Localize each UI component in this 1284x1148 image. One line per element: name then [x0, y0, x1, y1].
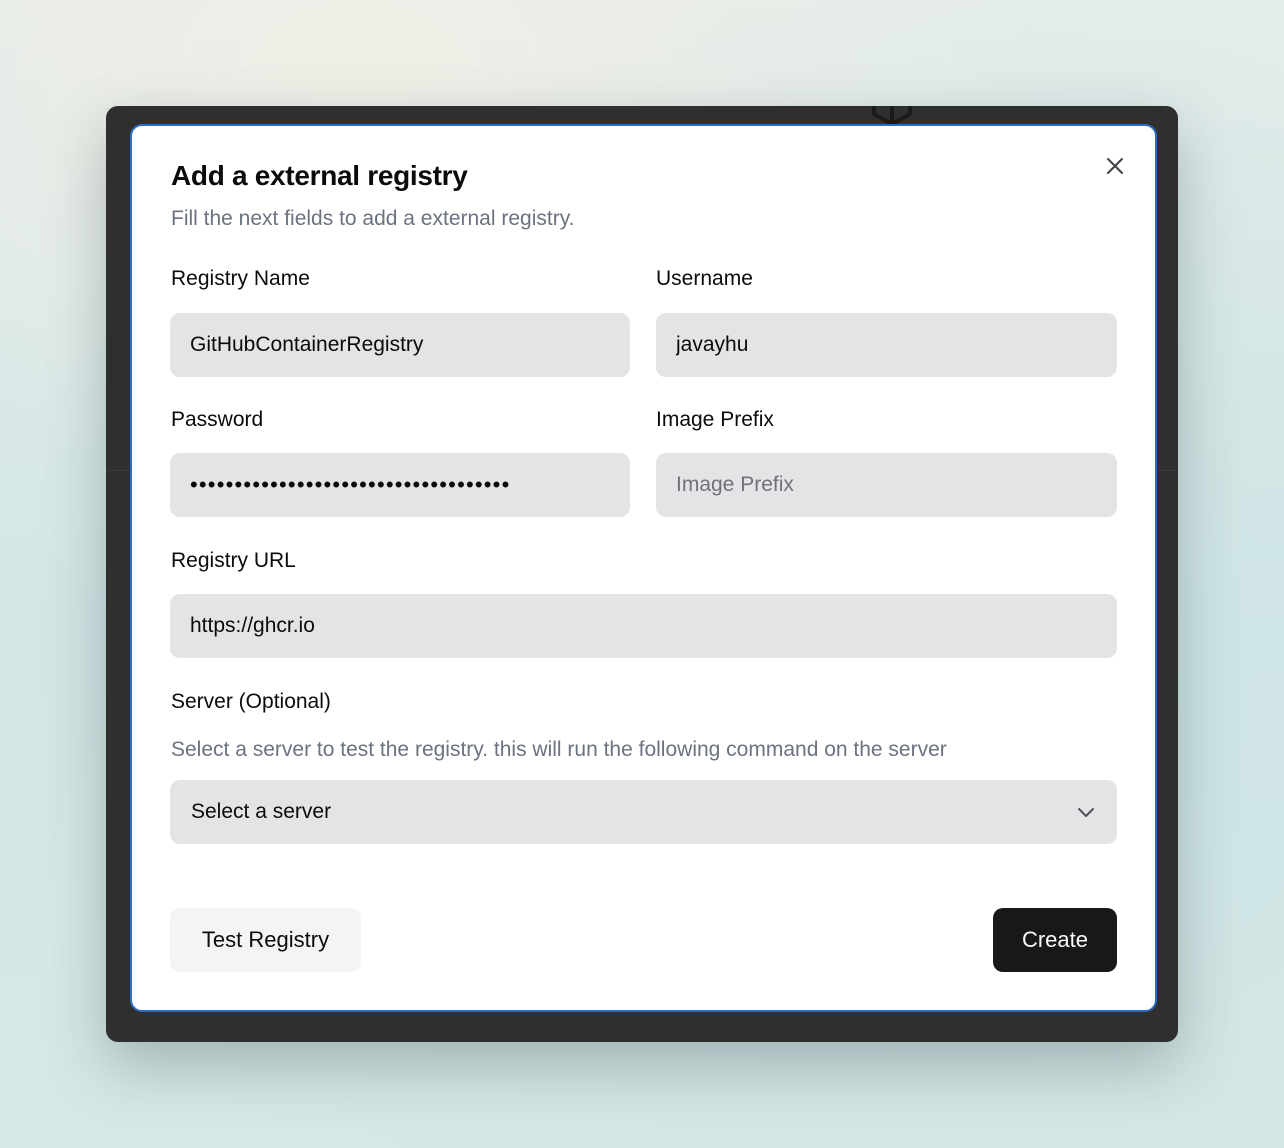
- chevron-down-icon: [1078, 808, 1094, 817]
- test-registry-button[interactable]: Test Registry: [170, 908, 361, 972]
- username-label: Username: [656, 267, 753, 290]
- server-select-value: Select a server: [191, 800, 332, 823]
- close-icon: [1107, 158, 1123, 174]
- registry-name-input[interactable]: [170, 313, 630, 377]
- add-registry-dialog: Add a external registry Fill the next fi…: [130, 124, 1157, 1012]
- create-button[interactable]: Create: [993, 908, 1117, 972]
- server-label: Server (Optional): [171, 690, 331, 713]
- dialog-subtitle: Fill the next fields to add a external r…: [171, 207, 575, 230]
- close-button[interactable]: [1103, 154, 1127, 178]
- server-select[interactable]: Select a server: [170, 780, 1117, 844]
- dialog-title: Add a external registry: [171, 160, 468, 191]
- registry-name-label: Registry Name: [171, 267, 310, 290]
- server-hint: Select a server to test the registry. th…: [171, 738, 947, 761]
- logo-icon: [872, 106, 912, 126]
- password-input[interactable]: ••••••••••••••••••••••••••••••••••••: [170, 453, 630, 517]
- image-prefix-input[interactable]: [656, 453, 1117, 517]
- registry-url-label: Registry URL: [171, 549, 296, 572]
- image-prefix-label: Image Prefix: [656, 408, 774, 431]
- registry-url-input[interactable]: [170, 594, 1117, 658]
- password-label: Password: [171, 408, 264, 431]
- username-input[interactable]: [656, 313, 1117, 377]
